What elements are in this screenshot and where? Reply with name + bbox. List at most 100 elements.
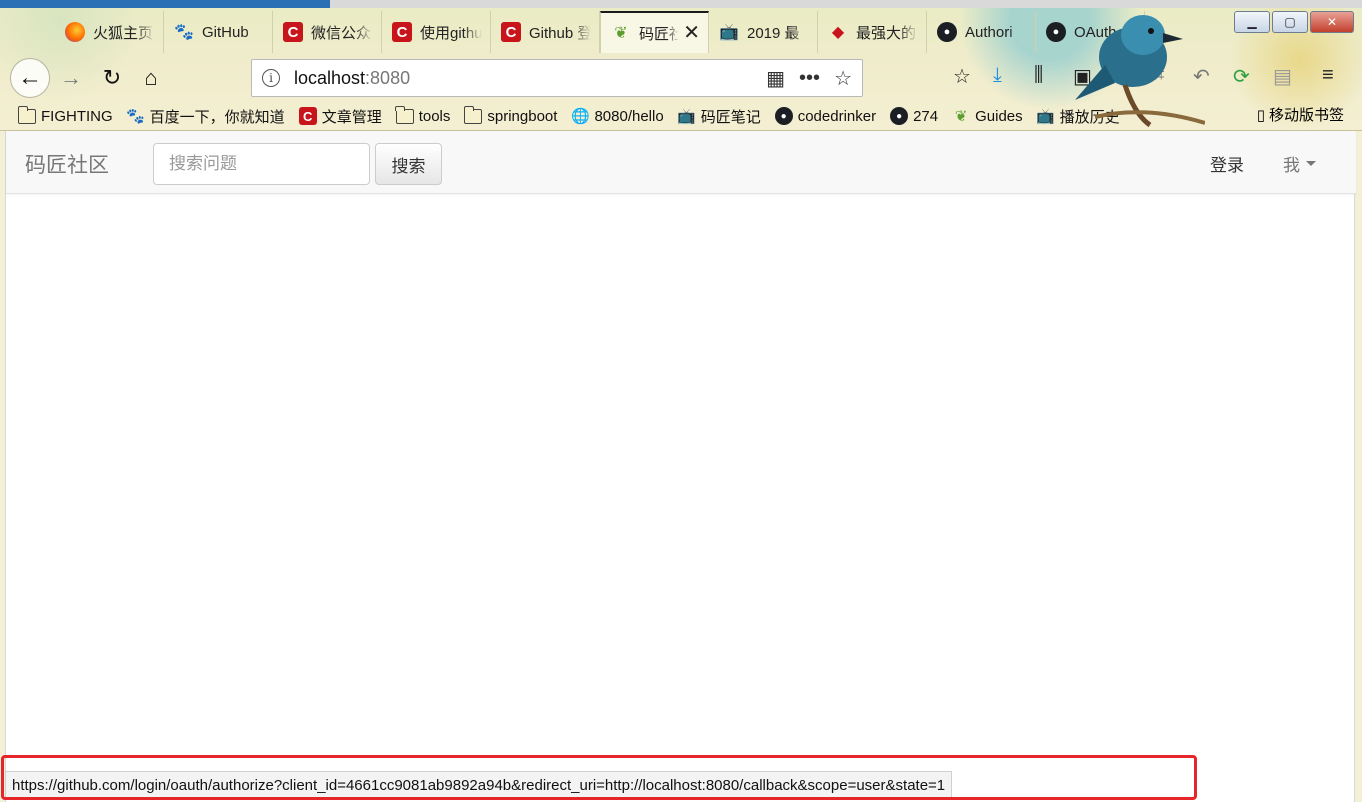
search-button[interactable]: 搜索 [375,143,442,185]
close-tab-icon[interactable]: ✕ [683,23,700,43]
browser-chrome: ▁ ▢ ✕ 火狐主页 🐾 GitHub C 微信公众 C 使用github C … [0,0,1362,131]
bilibili-icon: 📺 [719,24,739,41]
tab-title: 使用github [420,24,482,42]
bookmark-item[interactable]: ● 274 [890,107,938,125]
firefox-icon [65,22,85,42]
github-icon: ● [937,22,957,42]
tab-title: 2019 最 [747,24,800,42]
bookmark-label: FIGHTING [41,107,113,125]
forward-button[interactable]: → [53,60,89,96]
folder-icon [395,105,414,125]
mobile-bookmarks-label: 移动版书签 [1268,107,1344,124]
close-window-button[interactable]: ✕ [1310,11,1354,33]
menu-icon[interactable]: ≡ [1322,64,1334,87]
back-button[interactable]: ← [10,58,50,98]
tab[interactable]: ● OAuth [1036,11,1145,53]
tab-title: GitHub [202,23,249,41]
github-icon: ● [1046,22,1066,42]
spring-leaf-icon: ❦ [614,25,628,42]
qr-code-icon[interactable]: ▦ [766,66,785,91]
site-info-icon[interactable]: i [262,69,280,87]
folder-icon [17,105,36,125]
tab-title: 最强大的 [856,24,917,42]
github-icon: ● [774,107,793,125]
caret-down-icon [1306,161,1316,166]
bookmarks-toolbar: FIGHTING 🐾 百度一下，你就知道 C 文章管理 tools spring… [17,103,1134,129]
tab-active[interactable]: ❦ 码匠社 ✕ [600,11,709,53]
tab-title: OAuth [1074,23,1117,41]
baidu-paw-icon: 🐾 [126,108,146,125]
bookmark-item[interactable]: ❦ Guides [952,107,1023,126]
bookmark-item[interactable]: FIGHTING [17,105,113,125]
csdn-icon: C [392,22,412,42]
search-input[interactable] [153,143,370,185]
bookmark-item[interactable]: 📺 播放历史 [1036,106,1119,127]
page-actions-icon[interactable]: ••• [799,67,820,90]
bookmark-item[interactable]: ● codedrinker [774,107,877,125]
csdn-icon: C [283,22,303,42]
window-controls: ▁ ▢ ✕ [1234,11,1354,33]
tab[interactable]: C 微信公众 [273,11,382,53]
minimize-button[interactable]: ▁ [1234,11,1270,33]
page-viewport: 码匠社区 搜索 登录 我 [5,131,1356,802]
bookmark-label: tools [418,107,451,125]
tab[interactable]: 火狐主页 [55,11,164,53]
tab-title: 微信公众 [311,24,372,42]
bookmark-item[interactable]: springboot [463,105,557,125]
background-window-strip [0,0,1362,8]
tab[interactable]: ● Authori [927,11,1036,53]
screenshot-icon[interactable]: ⌗ [1153,64,1164,87]
tab-title: 码匠社 [639,25,679,43]
bookmark-item[interactable]: 📺 码匠笔记 [677,106,761,127]
pocket-icon[interactable]: ☆ [953,64,971,89]
mobile-bookmarks[interactable]: ▯ 移动版书签 [1257,104,1344,125]
tab-title: Authori [965,23,1013,41]
bookmark-star-icon[interactable]: ☆ [834,66,852,91]
tab[interactable]: ◆ 最强大的 [818,11,927,53]
mobile-phone-icon: ▯ [1256,106,1265,124]
tab-bar: 火狐主页 🐾 GitHub C 微信公众 C 使用github C Github… [55,11,1145,53]
undo-icon[interactable]: ↶ [1193,64,1210,89]
globe-icon: 🌐 [571,108,590,125]
folder-icon [463,105,483,125]
home-button[interactable]: ⌂ [133,60,169,96]
navigation-bar: ← → ↻ ⌂ i localhost :8080 ▦ ••• ☆ ☆ ⤓ ⫼ … [0,56,1362,100]
bilibili-icon: 📺 [1036,108,1055,125]
url-bar[interactable]: i localhost :8080 ▦ ••• ☆ [251,59,863,97]
clipboard-icon[interactable]: ▤ [1273,64,1292,89]
library-icon[interactable]: ⫼ [1034,64,1043,87]
sync-icon[interactable]: ⟳ [1233,64,1250,89]
bookmark-item[interactable]: 🌐 8080/hello [571,107,664,126]
reload-button[interactable]: ↻ [94,60,130,96]
bookmark-label: 文章管理 [321,108,382,126]
csdn-icon: C [298,107,317,125]
bookmark-label: 码匠笔记 [700,108,761,126]
bookmark-label: 百度一下，你就知道 [149,108,285,126]
tab[interactable]: C 使用github [382,11,491,53]
account-icon[interactable]: ● [1113,64,1125,87]
bookmark-label: 274 [913,107,939,125]
github-icon: ● [890,107,909,125]
url-host: localhost [294,67,366,88]
csdn-icon: C [501,22,521,42]
tab[interactable]: C Github 登 [491,11,600,53]
download-icon[interactable]: ⤓ [993,64,1002,87]
spring-leaf-icon: ❦ [954,108,968,125]
tab-title: 火狐主页 [93,24,154,42]
bookmark-label: 8080/hello [594,107,664,125]
maximize-button[interactable]: ▢ [1272,11,1308,33]
user-dropdown[interactable]: 我 [1283,151,1316,176]
bilibili-icon: 📺 [677,108,697,125]
site-brand[interactable]: 码匠社区 [25,149,109,179]
url-port: :8080 [365,67,411,88]
baidu-paw-icon: 🐾 [174,24,194,41]
tab[interactable]: 🐾 GitHub [164,11,273,53]
login-link[interactable]: 登录 [1210,151,1244,176]
bookmark-item[interactable]: C 文章管理 [298,106,382,127]
bookmark-item[interactable]: 🐾 百度一下，你就知道 [126,106,285,127]
status-bar-link-preview: https://github.com/login/oauth/authorize… [5,771,953,798]
bookmark-item[interactable]: tools [395,105,451,125]
tab[interactable]: 📺 2019 最 [709,11,818,53]
bookmark-label: codedrinker [797,107,877,125]
sidebar-icon[interactable]: ▣ [1073,64,1092,89]
